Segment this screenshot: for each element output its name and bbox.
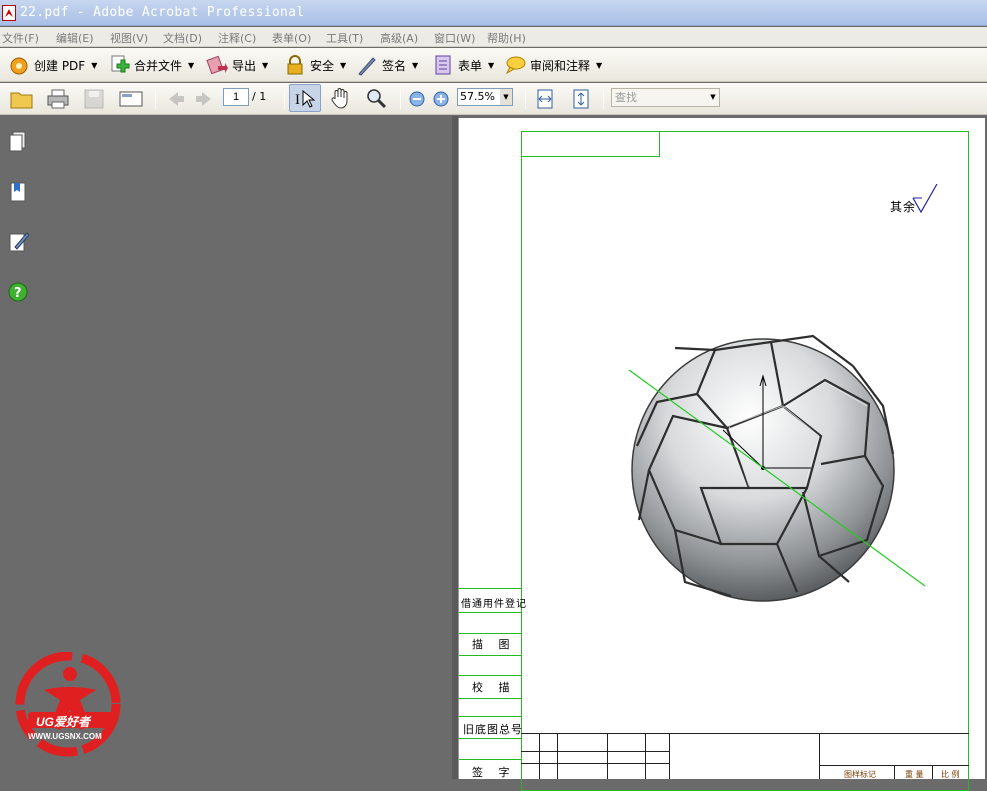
menu-view[interactable]: 视图(V)	[110, 30, 148, 46]
pen-icon	[356, 54, 378, 76]
title-block-label: 图样标记	[844, 770, 876, 779]
menu-forms[interactable]: 表单(O)	[272, 30, 311, 46]
menu-edit[interactable]: 编辑(E)	[56, 30, 94, 46]
chevron-down-icon: ▼	[91, 60, 98, 70]
previous-page-icon[interactable]	[164, 88, 186, 110]
security-label: 安全	[310, 58, 335, 73]
zoom-select[interactable]: 57.5% ▼	[457, 88, 513, 106]
combine-files-icon	[108, 54, 130, 76]
chevron-down-icon: ▼	[188, 60, 195, 70]
title-block-label: 比 例	[941, 770, 960, 779]
create-pdf-label: 创建 PDF	[34, 58, 86, 73]
menu-comments[interactable]: 注释(C)	[218, 30, 256, 46]
window-title: 22.pdf - Adobe Acrobat Professional	[20, 5, 305, 20]
tasks-toolbar: 创建 PDF ▼ 合并文件 ▼ 导出 ▼ 安全 ▼ 签名 ▼ 表单 ▼ 审阅和注释 ▼	[0, 48, 987, 82]
svg-text:?: ?	[14, 286, 22, 301]
open-folder-icon[interactable]	[10, 88, 33, 110]
export-icon	[206, 54, 228, 76]
drawing-number-box	[521, 131, 660, 157]
chevron-down-icon: ▼	[488, 60, 495, 70]
pages-icon[interactable]	[7, 130, 29, 154]
next-page-icon[interactable]	[194, 88, 216, 110]
menu-window[interactable]: 窗口(W)	[434, 30, 475, 46]
help-icon[interactable]: ?	[7, 280, 29, 304]
sign-button[interactable]: 签名 ▼	[356, 54, 418, 76]
review-comment-label: 审阅和注释	[530, 58, 591, 73]
zoom-in-icon[interactable]	[430, 88, 452, 110]
ugsnx-logo: UG爱好者 WWW.UGSNX.COM	[10, 651, 130, 762]
hand-tool-icon[interactable]	[329, 87, 351, 109]
comment-bubble-icon	[504, 54, 526, 76]
svg-text:I: I	[295, 92, 300, 108]
surface-finish-icon	[912, 184, 938, 214]
print-icon[interactable]	[46, 88, 69, 110]
combine-files-label: 合并文件	[134, 58, 183, 73]
sign-label: 签名	[382, 58, 407, 73]
select-tool-icon[interactable]: I	[289, 84, 321, 112]
export-button[interactable]: 导出 ▼	[206, 54, 268, 76]
menu-help[interactable]: 帮助(H)	[487, 30, 526, 46]
chevron-down-icon: ▼	[340, 60, 347, 70]
save-icon[interactable]	[82, 88, 104, 110]
menu-document[interactable]: 文档(D)	[163, 30, 202, 46]
forms-label: 表单	[458, 58, 483, 73]
email-icon[interactable]	[118, 88, 143, 110]
acrobat-app-icon	[2, 5, 16, 21]
title-block-label: 校 描	[472, 681, 516, 694]
title-block-label: 重 量	[905, 770, 924, 779]
signatures-icon[interactable]	[7, 230, 30, 254]
soccer-ball-model	[628, 334, 926, 602]
form-icon	[432, 54, 454, 76]
forms-button[interactable]: 表单 ▼	[432, 54, 494, 76]
fit-page-icon[interactable]	[570, 88, 592, 110]
title-block-label: 签 字	[472, 766, 516, 779]
security-button[interactable]: 安全 ▼	[284, 54, 346, 76]
logo-text: UG爱好者	[36, 715, 91, 729]
title-block-label: 借通用件登记	[461, 599, 527, 610]
chevron-down-icon[interactable]: ▼	[707, 89, 719, 106]
zoom-tool-icon[interactable]	[365, 87, 387, 109]
title-block-label: 旧底图总号	[463, 723, 523, 736]
menu-tools[interactable]: 工具(T)	[326, 30, 363, 46]
chevron-down-icon: ▼	[262, 60, 269, 70]
find-placeholder: 查找	[615, 91, 637, 104]
find-input[interactable]: 查找 ▼	[611, 88, 720, 107]
create-pdf-icon	[8, 54, 30, 76]
title-bar: 22.pdf - Adobe Acrobat Professional	[0, 0, 987, 26]
export-label: 导出	[232, 58, 257, 73]
lock-icon	[284, 54, 306, 76]
menu-bar: 文件(F) 编辑(E) 视图(V) 文档(D) 注释(C) 表单(O) 工具(T…	[0, 27, 987, 47]
page-number-input[interactable]: 1	[223, 88, 249, 106]
zoom-value: 57.5%	[460, 90, 495, 103]
page-total: / 1	[252, 90, 267, 103]
create-pdf-button[interactable]: 创建 PDF ▼	[8, 54, 97, 76]
title-block-label: 描 图	[472, 638, 516, 651]
pdf-page: 其余 借通用件登记 描 图 校 描 旧底图总号 签 字 图样标记 重 量 比 例	[458, 118, 985, 791]
menu-advanced[interactable]: 高级(A)	[380, 30, 418, 46]
chevron-down-icon: ▼	[596, 60, 603, 70]
review-comment-button[interactable]: 审阅和注释 ▼	[504, 54, 602, 76]
combine-files-button[interactable]: 合并文件 ▼	[108, 54, 194, 76]
bookmarks-icon[interactable]	[7, 180, 29, 204]
menu-file[interactable]: 文件(F)	[2, 30, 39, 46]
chevron-down-icon: ▼	[412, 60, 419, 70]
logo-url: WWW.UGSNX.COM	[28, 732, 102, 741]
chevron-down-icon[interactable]: ▼	[500, 89, 512, 105]
zoom-out-icon[interactable]	[406, 88, 428, 110]
fit-width-icon[interactable]	[534, 88, 556, 110]
